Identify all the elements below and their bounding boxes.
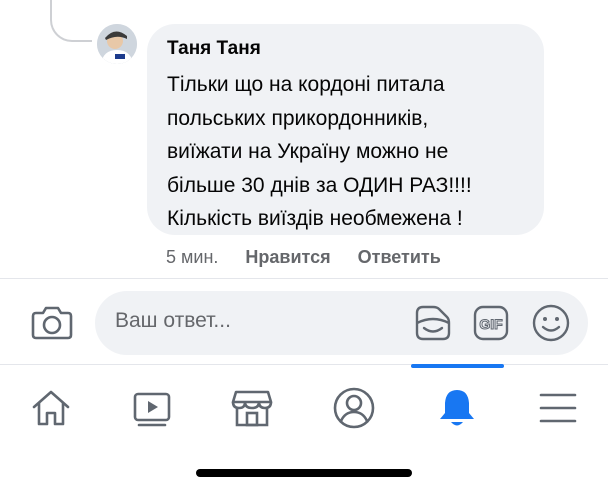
gif-label: GIF <box>479 316 503 332</box>
camera-icon <box>31 306 73 340</box>
nav-video[interactable] <box>112 378 192 438</box>
comment-meta: 5 мин. Нравится Ответить <box>166 244 468 270</box>
reply-button[interactable]: Ответить <box>358 247 441 268</box>
comment-line: польських прикордонників, <box>167 106 429 130</box>
comment-text: Тільки що на кордоні питала польських пр… <box>167 68 524 236</box>
like-button[interactable]: Нравится <box>245 247 330 268</box>
comment-bubble: Таня Таня Тільки що на кордоні питала по… <box>147 24 544 235</box>
thread-connector <box>50 0 92 42</box>
comment-line: Кількість виїздів необмежена ! <box>167 207 463 230</box>
nav-profile[interactable] <box>314 378 394 438</box>
comment-author[interactable]: Таня Таня <box>167 38 524 60</box>
nav-home[interactable] <box>11 378 91 438</box>
comment-line: виїжати на Україну можно не <box>167 140 449 163</box>
nav-marketplace[interactable] <box>212 378 292 438</box>
emoji-icon[interactable] <box>531 303 571 343</box>
divider <box>0 364 608 365</box>
video-icon <box>133 392 171 427</box>
nav-menu[interactable] <box>518 378 598 438</box>
notifications-icon <box>440 390 474 426</box>
comment-line: більше 30 днів за ОДИН РАЗ!!!! <box>167 173 472 197</box>
reply-placeholder: Ваш ответ... <box>115 309 231 332</box>
comment-timestamp: 5 мин. <box>166 246 219 267</box>
gif-icon[interactable]: GIF <box>473 305 509 341</box>
marketplace-icon <box>231 390 273 427</box>
divider <box>0 278 608 279</box>
camera-button[interactable] <box>30 302 74 342</box>
reply-input[interactable]: Ваш ответ... GIF <box>95 291 588 355</box>
avatar-image <box>97 24 137 64</box>
avatar[interactable] <box>97 24 137 64</box>
home-indicator[interactable] <box>196 469 412 477</box>
profile-icon <box>333 387 375 429</box>
comment-line: Тільки що на кордоні питала <box>167 73 445 96</box>
sticker-icon[interactable] <box>413 303 453 343</box>
active-tab-indicator <box>411 364 504 368</box>
nav-notifications[interactable] <box>417 378 497 438</box>
home-icon <box>32 390 70 426</box>
menu-icon <box>539 393 577 423</box>
